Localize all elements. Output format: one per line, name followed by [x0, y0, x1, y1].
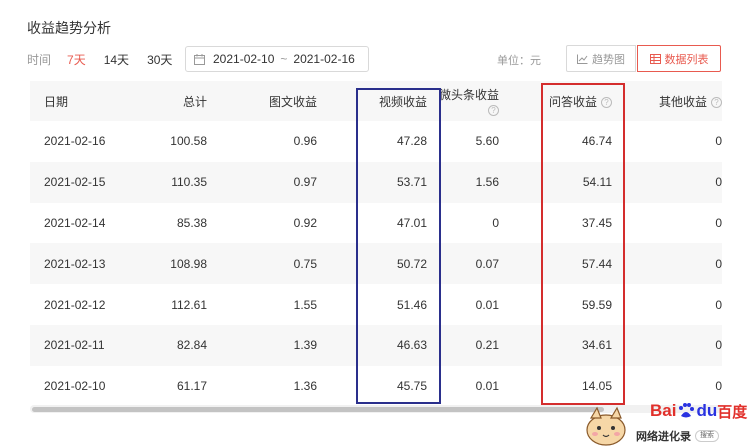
date-separator: ~ — [280, 52, 288, 66]
trend-chart-label: 趋势图 — [592, 53, 625, 66]
cell-date: 2021-02-14 — [44, 215, 106, 230]
cell-article: 0.96 — [293, 134, 317, 149]
trend-chart-button[interactable]: 趋势图 — [566, 45, 636, 72]
cell-date: 2021-02-13 — [44, 256, 106, 271]
cell-total: 82.84 — [176, 338, 207, 353]
watermark-caption: 网络进化录 搜索 — [622, 428, 719, 444]
cell-other: 0 — [715, 297, 722, 312]
cell-date: 2021-02-15 — [44, 175, 106, 190]
qa-column-highlight — [541, 83, 625, 405]
video-column-highlight — [356, 88, 441, 404]
cell-article: 0.92 — [293, 215, 317, 230]
help-icon[interactable]: ? — [488, 104, 499, 116]
range-30-days[interactable]: 30天 — [147, 51, 172, 68]
date-end: 2021-02-16 — [293, 52, 355, 66]
calendar-icon — [194, 53, 205, 65]
search-badge: 搜索 — [695, 430, 719, 442]
horizontal-scrollbar-thumb[interactable] — [32, 407, 604, 412]
cell-date: 2021-02-10 — [44, 379, 106, 394]
cell-article: 1.36 — [293, 379, 317, 394]
col-header-total: 总计 — [182, 94, 207, 109]
time-label: 时间 — [27, 52, 52, 67]
cell-article: 1.55 — [293, 297, 317, 312]
unit-label: 单位：元 — [497, 55, 541, 67]
cell-article: 0.75 — [293, 256, 317, 271]
range-14-days[interactable]: 14天 — [104, 51, 129, 68]
time-filter: 时间 7天 14天 30天 — [27, 48, 190, 70]
cell-other: 0 — [715, 338, 722, 353]
cell-other: 0 — [715, 175, 722, 190]
data-list-label: 数据列表 — [664, 53, 709, 66]
cell-total: 112.61 — [171, 297, 207, 312]
line-chart-icon — [577, 54, 588, 64]
baidu-logo: Bai du 百度 — [650, 401, 748, 421]
date-start: 2021-02-10 — [213, 52, 275, 66]
cell-date: 2021-02-12 — [44, 297, 106, 312]
range-7-days[interactable]: 7天 — [67, 51, 86, 68]
cell-total: 85.38 — [176, 215, 207, 230]
cell-total: 61.17 — [176, 379, 207, 394]
cell-total: 110.35 — [171, 175, 207, 190]
cell-date: 2021-02-11 — [44, 338, 105, 353]
page-title: 收益趋势分析 — [27, 20, 111, 36]
cell-total: 108.98 — [170, 256, 207, 271]
cell-other: 0 — [715, 134, 722, 149]
cell-date: 2021-02-16 — [44, 134, 106, 149]
col-header-article: 图文收益 — [268, 94, 317, 109]
col-header-date: 日期 — [44, 94, 69, 109]
data-list-button[interactable]: 数据列表 — [637, 45, 721, 72]
cell-article: 1.39 — [293, 338, 317, 353]
date-range-picker[interactable]: 2021-02-10 ~ 2021-02-16 — [185, 46, 369, 72]
cell-article: 0.97 — [293, 175, 317, 190]
cell-other: 0 — [715, 215, 722, 230]
paw-icon — [677, 402, 695, 420]
table-icon — [649, 53, 661, 64]
col-header-other: 其他收益? — [612, 81, 722, 121]
cell-other: 0 — [715, 256, 722, 271]
help-icon[interactable]: ? — [711, 96, 722, 108]
cell-total: 100.58 — [170, 134, 207, 149]
